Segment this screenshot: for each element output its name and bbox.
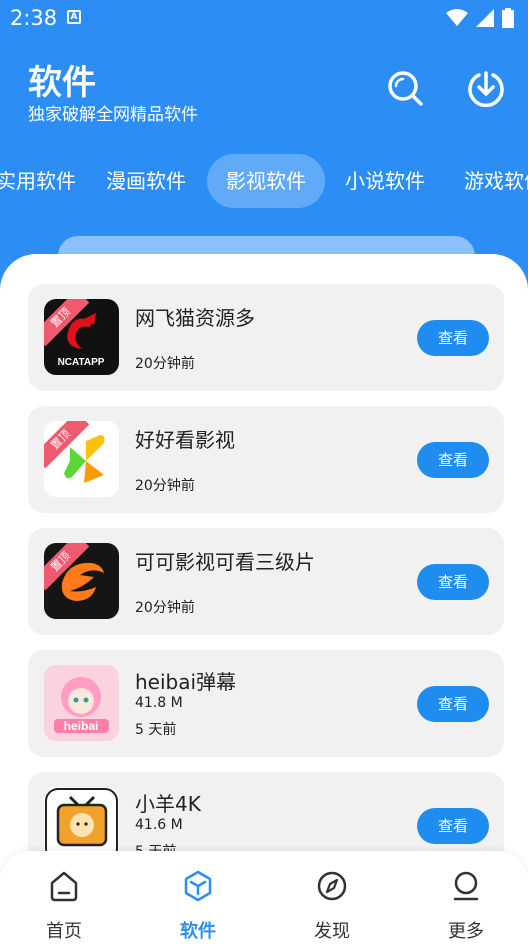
wifi-icon [446,9,468,26]
notification-a-icon: A [67,10,81,24]
nav-label: 首页 [46,921,82,942]
category-tabs: 实用软件 漫画软件 影视软件 小说软件 游戏软件 [0,154,528,208]
page-subtitle: 独家破解全网精品软件 [28,105,198,125]
status-icons [446,8,514,28]
bottom-nav: 首页 软件 发现 更多 [0,851,528,951]
battery-icon [502,8,514,28]
view-button[interactable]: 查看 [417,686,489,722]
nav-discover[interactable]: 发现 [282,869,382,943]
user-icon [453,871,479,901]
haohaokan-app-icon [44,421,119,497]
app-card[interactable]: 置顶 可可影视可看三级片 20分钟前 查看 [28,528,504,635]
app-name: 网飞猫资源多 [135,306,255,330]
view-button[interactable]: 查看 [417,808,489,844]
app-updated: 20分钟前 [135,478,195,494]
app-name: 可可影视可看三级片 [135,550,315,574]
nav-more[interactable]: 更多 [416,869,516,943]
heibai-app-icon: heibai [44,665,119,741]
app-card[interactable]: NCATAPP 置顶 网飞猫资源多 20分钟前 查看 [28,284,504,391]
nav-software[interactable]: 软件 [148,869,248,943]
app-card[interactable]: heibai heibai弹幕 41.8 M 5 天前 查看 [28,650,504,757]
app-card[interactable]: 置顶 好好看影视 20分钟前 查看 [28,406,504,513]
nav-home[interactable]: 首页 [14,869,114,943]
ncat-app-icon: NCATAPP [44,299,119,375]
app-list-panel: NCATAPP 置顶 网飞猫资源多 20分钟前 查看 置顶 好好看影视 20分钟… [0,254,528,951]
keke-app-icon [44,543,119,619]
nav-label: 更多 [448,921,484,942]
home-icon [50,871,78,902]
view-button[interactable]: 查看 [417,320,489,356]
status-time: 2:38 [10,6,58,30]
search-icon [388,71,423,106]
app-name: heibai弹幕 [135,670,237,694]
tab-novels[interactable]: 小说软件 [335,154,435,208]
ncat-logo-text: NCATAPP [58,357,105,368]
app-updated: 20分钟前 [135,356,195,372]
search-button[interactable] [385,68,425,108]
cube-icon [184,870,212,902]
tab-games[interactable]: 游戏软件 [454,154,528,208]
page-title: 软件 [28,63,96,103]
tab-comics[interactable]: 漫画软件 [96,154,196,208]
view-button[interactable]: 查看 [417,564,489,600]
app-name: 小羊4K [135,792,201,816]
app-name: 好好看影视 [135,428,235,452]
nav-label: 软件 [180,921,216,942]
app-size: 41.8 M [135,695,183,711]
heibai-logo-text: heibai [64,719,99,733]
app-size: 41.6 M [135,817,183,833]
nav-label: 发现 [314,921,350,942]
tab-video[interactable]: 影视软件 [207,154,325,208]
tab-utility[interactable]: 实用软件 [0,154,86,208]
view-button[interactable]: 查看 [417,442,489,478]
app-updated: 20分钟前 [135,600,195,616]
app-updated: 5 天前 [135,722,177,738]
status-bar: 2:38 A [0,0,528,38]
compass-icon [317,871,347,901]
signal-icon [476,9,494,27]
download-button[interactable] [466,68,506,108]
download-icon [468,71,504,107]
